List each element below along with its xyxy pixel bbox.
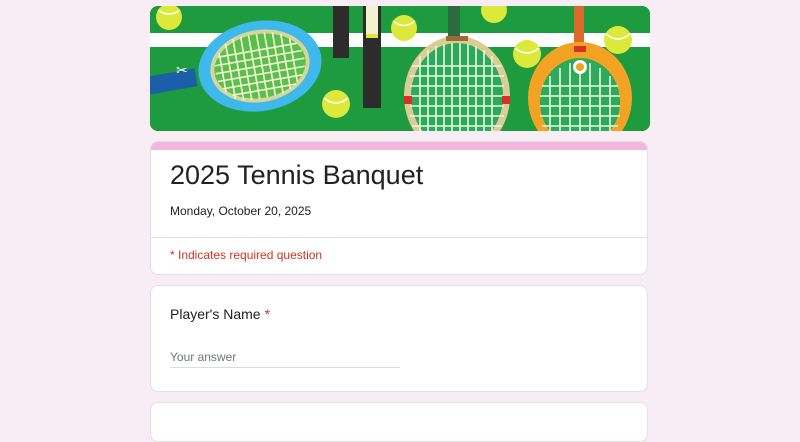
- tennis-rackets-illustration: ✂: [150, 6, 650, 131]
- header-banner-image: ✂: [150, 6, 650, 131]
- header-divider: [151, 237, 647, 238]
- next-question-card: [150, 402, 648, 442]
- form-header-card: 2025 Tennis Banquet Monday, October 20, …: [150, 141, 648, 275]
- players-name-input[interactable]: [170, 347, 400, 368]
- required-question-note: * Indicates required question: [170, 248, 323, 262]
- header-accent-bar: [151, 142, 647, 150]
- required-asterisk: *: [264, 306, 271, 322]
- question-title: Player's Name: [170, 306, 261, 322]
- form-description: Monday, October 20, 2025: [170, 204, 312, 218]
- form-title: 2025 Tennis Banquet: [170, 160, 424, 190]
- question-label: Player's Name *: [170, 306, 270, 322]
- svg-text:✂: ✂: [176, 63, 188, 79]
- question-card-players-name: Player's Name *: [150, 285, 648, 392]
